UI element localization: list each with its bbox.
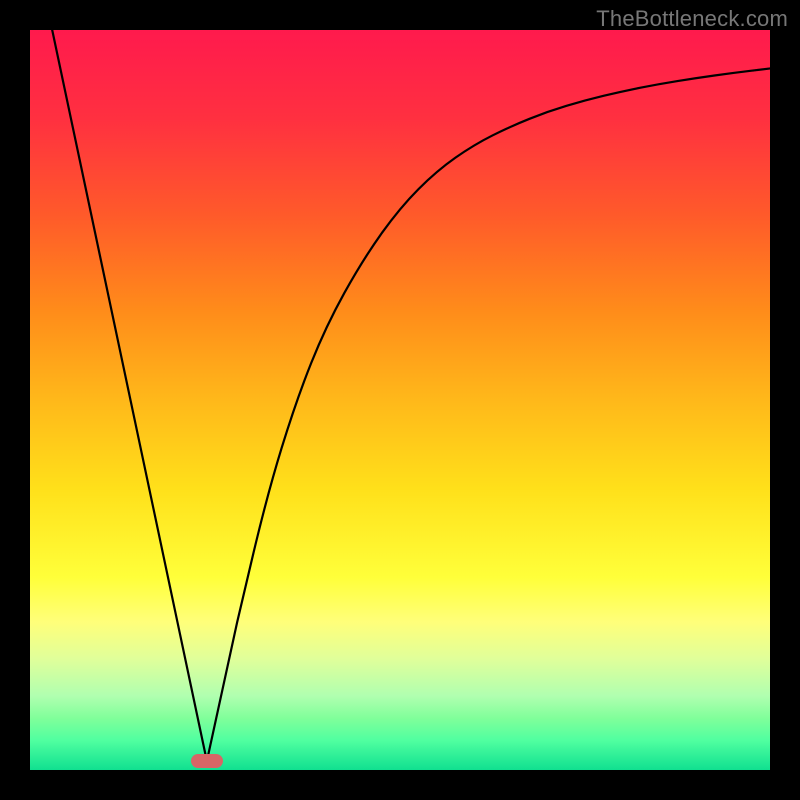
bottleneck-curve <box>30 30 770 770</box>
optimal-point-marker <box>191 754 223 768</box>
watermark-label: TheBottleneck.com <box>596 6 788 32</box>
plot-area <box>30 30 770 770</box>
chart-container: TheBottleneck.com <box>0 0 800 800</box>
